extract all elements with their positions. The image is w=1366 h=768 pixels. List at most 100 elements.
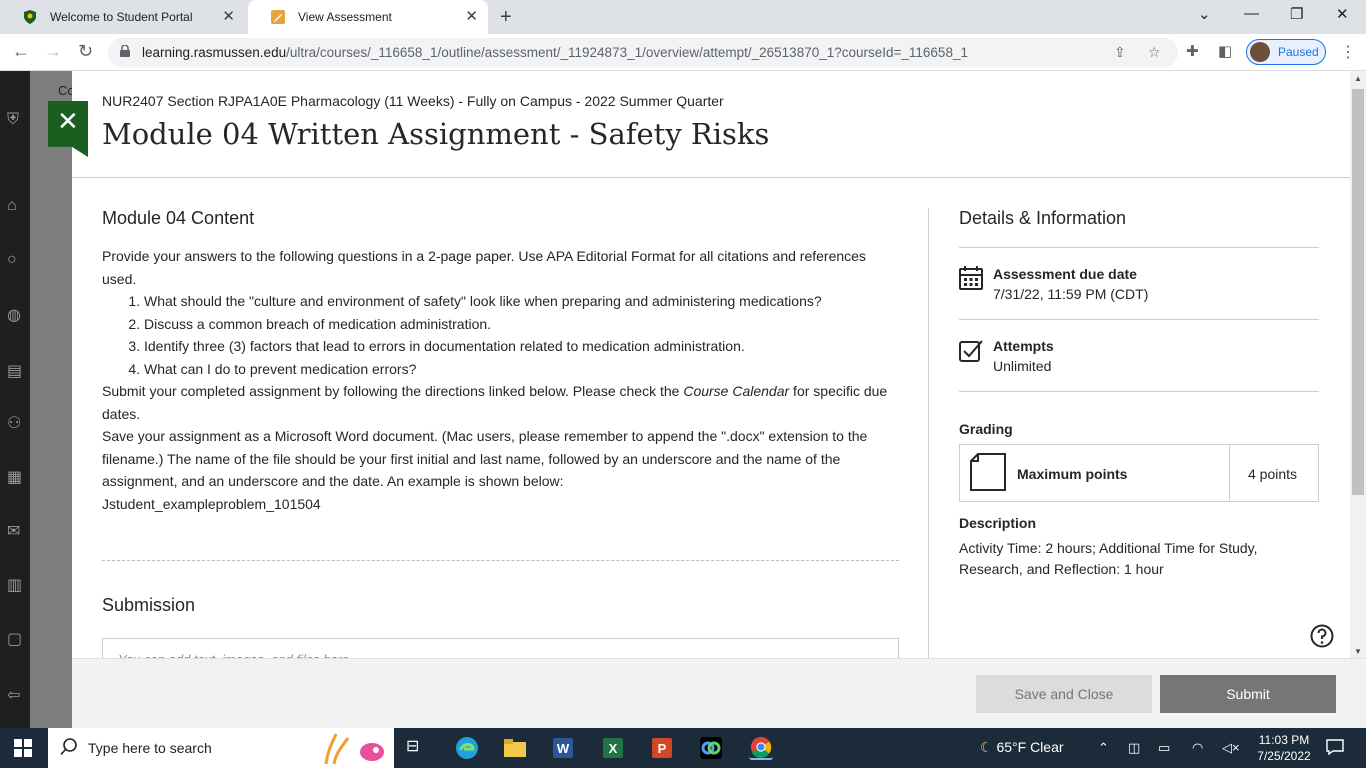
shield-logo-icon: ⛨ xyxy=(7,111,20,128)
sidebar-divider xyxy=(959,319,1319,320)
assessment-panel: ✕ NUR2407 Section RJPA1A0E Pharmacology … xyxy=(48,71,1350,728)
close-window-icon[interactable]: ✕ xyxy=(1336,5,1349,23)
messages-icon[interactable]: ✉ xyxy=(7,521,25,540)
profile-button[interactable]: Paused xyxy=(1246,39,1326,65)
meet-now-icon[interactable]: ◫ xyxy=(1128,740,1140,756)
groups-icon[interactable]: ⚇ xyxy=(7,413,25,432)
due-date-label: Assessment due date xyxy=(993,266,1137,282)
powerpoint-icon[interactable]: P xyxy=(650,736,674,760)
forward-arrow-icon[interactable]: → xyxy=(44,41,62,62)
tab-view-assessment[interactable]: View Assessment ✕ xyxy=(248,0,488,34)
filename-example: Jstudent_exampleproblem_101504 xyxy=(102,495,321,512)
moon-icon: ☾ xyxy=(980,739,993,755)
weather-widget[interactable]: ☾ 65°F Clear xyxy=(980,739,1064,756)
reload-icon[interactable]: ↻ xyxy=(78,41,93,62)
scrollbar-thumb[interactable] xyxy=(1352,89,1364,495)
submit-button[interactable]: Submit xyxy=(1160,675,1336,713)
institution-icon[interactable]: ⌂ xyxy=(7,197,25,215)
list-item: What can I do to prevent medication erro… xyxy=(144,358,902,381)
browser-tab-strip: Welcome to Student Portal ✕ View Assessm… xyxy=(0,0,1366,34)
help-question-icon[interactable] xyxy=(1310,624,1334,648)
close-tab-icon[interactable]: ✕ xyxy=(222,9,235,25)
share-icon[interactable]: ⇪ xyxy=(1114,44,1126,61)
browser-toolbar: ← → ↻ learning.rasmussen.edu/ultra/cours… xyxy=(0,34,1366,71)
bookmark-star-icon[interactable]: ☆ xyxy=(1148,44,1161,61)
questions-list: What should the "culture and environment… xyxy=(102,290,902,380)
header-divider xyxy=(72,177,1350,178)
profile-status-label: Paused xyxy=(1278,45,1319,59)
webex-icon[interactable] xyxy=(699,736,723,760)
list-item: What should the "culture and environment… xyxy=(144,290,902,313)
chrome-icon[interactable] xyxy=(749,736,773,760)
scroll-down-arrow-icon[interactable]: ▼ xyxy=(1354,647,1362,656)
profile-icon[interactable]: ○ xyxy=(7,251,25,269)
details-heading: Details & Information xyxy=(959,208,1127,228)
close-tab-icon[interactable]: ✕ xyxy=(465,9,478,25)
edge-browser-icon[interactable] xyxy=(455,736,479,760)
details-sidebar: Details & Information Assessment due dat… xyxy=(959,208,1319,577)
side-panel-icon[interactable]: ◧ xyxy=(1218,42,1232,60)
list-item: Discuss a common breach of medication ad… xyxy=(144,313,902,336)
course-calendar-reference: Course Calendar xyxy=(683,383,790,399)
windows-start-icon[interactable] xyxy=(14,739,32,757)
due-date-value: 7/31/22, 11:59 PM (CDT) xyxy=(993,286,1149,302)
sidebar-divider xyxy=(959,247,1319,248)
taskbar-clock[interactable]: 11:03 PM 7/25/2022 xyxy=(1256,732,1312,764)
taskbar-search-box[interactable]: Type here to search xyxy=(48,728,394,768)
new-tab-plus-icon[interactable]: + xyxy=(500,6,512,29)
notifications-icon[interactable] xyxy=(1326,738,1344,756)
background-left-nav: ⛨ ⌂ ○ ◍ ▤ ⚇ ▦ ✉ ▥ ▢ ⇦ xyxy=(0,71,30,728)
assessment-content: Module 04 Content Provide your answers t… xyxy=(102,208,902,515)
windows-taskbar: Type here to search ⊟ W X P ☾ 65°F Clear… xyxy=(0,728,1366,768)
description-text: Activity Time: 2 hours; Additional Time … xyxy=(959,540,1258,577)
battery-icon[interactable]: ▭ xyxy=(1158,740,1170,756)
content-heading: Module 04 Content xyxy=(102,208,255,228)
back-arrow-icon[interactable]: ← xyxy=(12,41,30,62)
search-highlight-illustration-icon xyxy=(324,733,384,765)
browser-menu-icon[interactable]: ⋮ xyxy=(1340,42,1356,62)
grades-icon[interactable]: ▥ xyxy=(7,575,25,594)
svg-text:X: X xyxy=(609,741,618,756)
tools-icon[interactable]: ▢ xyxy=(7,629,25,648)
file-explorer-icon[interactable] xyxy=(503,736,527,760)
minimize-icon[interactable]: — xyxy=(1244,5,1259,22)
sign-out-icon[interactable]: ⇦ xyxy=(7,685,25,704)
clock-date: 7/25/2022 xyxy=(1257,749,1311,763)
save-and-close-button[interactable]: Save and Close xyxy=(976,675,1152,713)
calendar-icon[interactable]: ▦ xyxy=(7,467,25,486)
weather-text: 65°F Clear xyxy=(996,739,1064,755)
extensions-puzzle-icon[interactable]: ✚ xyxy=(1186,42,1199,60)
tab-search-chevron-icon[interactable]: ⌄ xyxy=(1198,5,1211,23)
task-view-icon[interactable]: ⊟ xyxy=(406,736,430,760)
checkbox-icon xyxy=(959,340,983,362)
restore-icon[interactable]: ❐ xyxy=(1290,5,1303,23)
clock-time: 11:03 PM xyxy=(1258,733,1310,747)
max-points-value: 4 points xyxy=(1248,466,1298,482)
search-placeholder: Type here to search xyxy=(88,740,212,756)
address-bar[interactable]: learning.rasmussen.edu/ultra/courses/_11… xyxy=(108,38,1178,67)
course-name: NUR2407 Section RJPA1A0E Pharmacology (1… xyxy=(102,93,724,109)
grading-box: Maximum points 4 points xyxy=(959,444,1319,502)
volume-muted-icon[interactable]: ◁× xyxy=(1222,740,1240,756)
globe-icon[interactable]: ◍ xyxy=(7,305,25,324)
wifi-icon[interactable]: ◠ xyxy=(1192,740,1203,756)
word-icon[interactable]: W xyxy=(551,736,575,760)
tab-label: View Assessment xyxy=(298,10,392,24)
scroll-up-arrow-icon[interactable]: ▲ xyxy=(1354,74,1362,83)
description-label: Description xyxy=(959,515,1037,531)
submit-instructions: Submit your completed assignment by foll… xyxy=(102,380,902,425)
background-content-strip: Co xyxy=(30,71,75,728)
tab-student-portal[interactable]: Welcome to Student Portal ✕ xyxy=(0,0,245,34)
grading-box-divider xyxy=(1229,445,1230,501)
close-icon: ✕ xyxy=(57,106,79,136)
panel-scrollbar[interactable]: ▲ ▼ xyxy=(1350,71,1366,658)
excel-icon[interactable]: X xyxy=(601,736,625,760)
courses-icon[interactable]: ▤ xyxy=(7,361,25,380)
save-instructions: Save your assignment as a Microsoft Word… xyxy=(102,428,868,489)
pencil-favicon-icon xyxy=(271,10,285,24)
attempts-value: Unlimited xyxy=(993,358,1052,374)
url-text: learning.rasmussen.edu/ultra/courses/_11… xyxy=(142,45,968,60)
content-divider xyxy=(102,560,899,561)
list-item: Identify three (3) factors that lead to … xyxy=(144,335,902,358)
show-hidden-icons-icon[interactable]: ⌃ xyxy=(1098,740,1109,756)
